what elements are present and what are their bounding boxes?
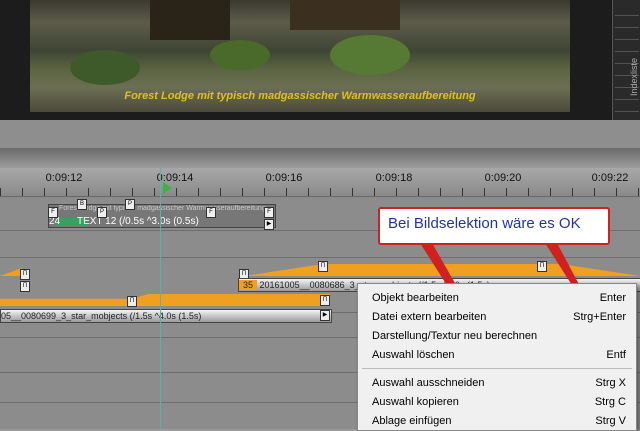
annotation-callout: Bei Bildselektion wäre es OK	[378, 207, 610, 245]
clip-handle[interactable]: F	[264, 207, 274, 218]
clip-handle[interactable]: ▶	[264, 219, 274, 230]
menu-item-cut[interactable]: Auswahl ausschneiden Strg X	[358, 374, 636, 392]
timeline-ruler[interactable]: 0:09:12 0:09:14 0:09:16 0:09:18 0:09:20 …	[0, 168, 640, 197]
clip-handle[interactable]: P	[97, 207, 107, 218]
opacity-curve	[0, 294, 330, 306]
timeline-header-band	[0, 148, 640, 168]
menu-item-recalculate-texture[interactable]: Darstellung/Textur neu berechnen	[358, 327, 636, 345]
clip-handle[interactable]: F	[48, 207, 58, 218]
ruler-tick: 0:09:16	[265, 172, 303, 184]
ruler-tick: 0:09:22	[591, 172, 629, 184]
ruler-tick: 0:09:18	[375, 172, 413, 184]
menu-item-edit-external[interactable]: Datei extern bearbeiten Strg+Enter	[358, 308, 636, 326]
playhead-line[interactable]	[160, 168, 161, 429]
ruler-ticks	[0, 188, 640, 196]
menu-item-delete-selection[interactable]: Auswahl löschen Entf	[358, 346, 636, 364]
clip-handle[interactable]: Π	[20, 281, 30, 292]
text-clip-overlay: Forest Lodge mit typisch madgassischer W…	[59, 205, 266, 212]
opacity-curve	[244, 264, 640, 276]
menu-item-copy[interactable]: Auswahl kopieren Strg C	[358, 393, 636, 411]
menu-separator	[362, 368, 632, 369]
menu-item-paste[interactable]: Ablage einfügen Strg V	[358, 412, 636, 430]
callout-text: Bei Bildselektion wäre es OK	[388, 215, 581, 232]
clip-handle[interactable]: Π	[20, 269, 30, 280]
ruler-tick: 0:09:20	[484, 172, 522, 184]
context-menu: Objekt bearbeiten Enter Datei extern bea…	[357, 283, 637, 431]
clip-handle[interactable]: Π	[537, 261, 547, 272]
clip-b-number: 35	[239, 280, 258, 290]
clip-handle[interactable]: ▶	[320, 310, 330, 321]
clip-handle[interactable]: F	[206, 207, 216, 218]
video-caption: Forest Lodge mit typisch madgassischer W…	[124, 90, 476, 102]
text-clip-label: TEXT 12 (/0.5s ^3.0s (0.5s)	[77, 216, 199, 227]
index-list-panel[interactable]: Indexliste	[612, 0, 640, 120]
video-preview: Forest Lodge mit typisch madgassischer W…	[30, 0, 570, 112]
clip-handle[interactable]: B	[77, 199, 87, 210]
clip-handle[interactable]: Π	[320, 295, 330, 306]
ruler-tick: 0:09:12	[45, 172, 83, 184]
menu-item-edit-object[interactable]: Objekt bearbeiten Enter	[358, 289, 636, 307]
playhead-marker[interactable]	[163, 182, 172, 194]
divider-band	[0, 120, 640, 148]
clip-a-label: 05__0080699_3_star_mobjects (/1.5s ^4.0s…	[1, 311, 202, 321]
video-clip-a[interactable]: 05__0080699_3_star_mobjects (/1.5s ^4.0s…	[0, 309, 332, 323]
index-list-label: Indexliste	[629, 58, 639, 97]
opacity-curve	[0, 268, 22, 276]
clip-handle[interactable]: Π	[127, 296, 137, 307]
clip-handle[interactable]: Π	[318, 261, 328, 272]
clip-handle[interactable]: P	[125, 199, 135, 210]
